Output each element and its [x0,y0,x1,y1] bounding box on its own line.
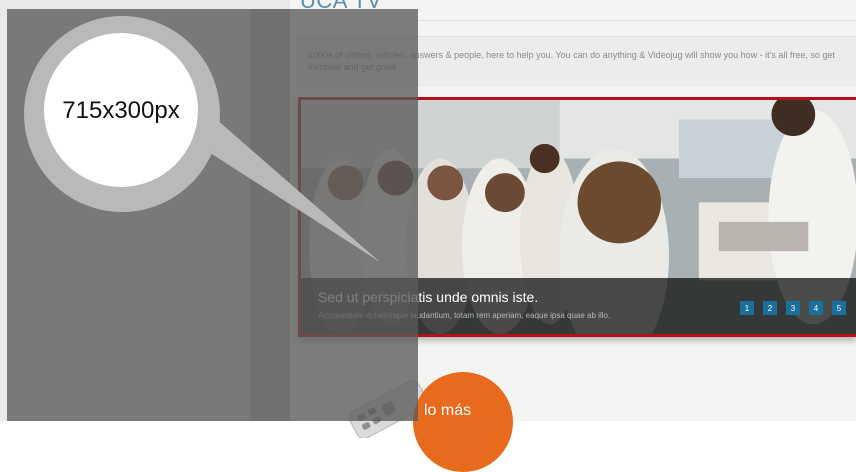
callout-bubble: 715x300px [44,33,198,187]
size-label: 715x300px [62,97,180,124]
